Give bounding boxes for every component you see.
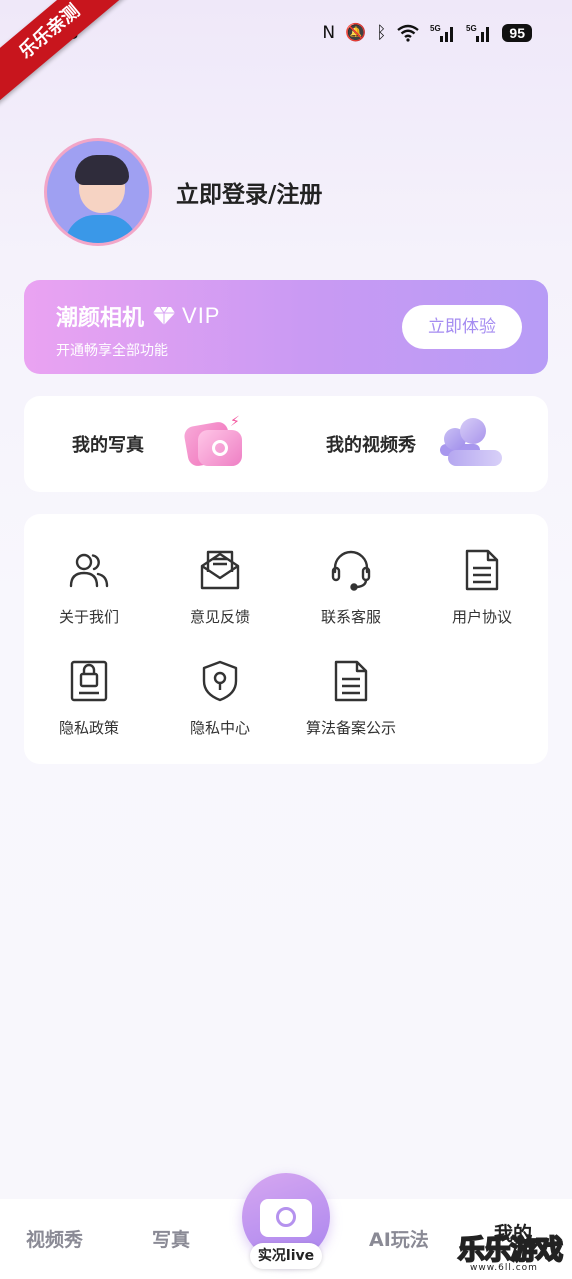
menu-item-algorithm-filing[interactable]: 算法备案公示 — [286, 659, 416, 738]
vip-subtitle: 开通畅享全部功能 — [56, 343, 168, 359]
signal-5g-icon: 5G — [430, 24, 454, 42]
menu-item-user-agreement[interactable]: 用户协议 — [417, 548, 547, 627]
signal-5g-icon: 5G — [466, 24, 490, 42]
tab-video-show[interactable]: 视频秀 — [26, 1225, 83, 1252]
headset-icon — [331, 550, 371, 591]
status-icons: N 🔕 ᛒ 5G 5G 95 — [322, 22, 532, 44]
lock-document-icon — [70, 660, 108, 702]
menu-label: 联系客服 — [320, 608, 381, 626]
watermark-url: www.6ll.com — [470, 1263, 538, 1273]
mute-icon: 🔕 — [345, 23, 367, 43]
diamond-icon — [153, 306, 176, 325]
my-videos-link[interactable]: 我的视频秀 — [326, 396, 502, 492]
camera-lens-shape — [276, 1207, 296, 1227]
live-label: 实况live — [250, 1243, 322, 1269]
people-3d-icon — [440, 414, 502, 474]
svg-text:5G: 5G — [466, 24, 477, 33]
tab-ai-play[interactable]: AI玩法 — [369, 1225, 429, 1252]
menu-label: 隐私政策 — [58, 719, 119, 737]
bluetooth-icon: ᛒ — [376, 23, 387, 43]
my-photos-link[interactable]: 我的写真 ⚡ — [72, 396, 244, 492]
menu-item-customer-service[interactable]: 联系客服 — [286, 548, 416, 627]
menu-label: 算法备案公示 — [305, 719, 396, 737]
shield-icon — [202, 660, 238, 702]
quick-links-card: 我的写真 ⚡ 我的视频秀 — [24, 396, 548, 492]
users-icon — [69, 553, 109, 588]
avatar-body-shape — [65, 215, 137, 243]
envelope-icon — [200, 550, 240, 590]
menu-item-feedback[interactable]: 意见反馈 — [155, 548, 285, 627]
vip-try-button[interactable]: 立即体验 — [402, 305, 522, 349]
vip-card[interactable]: 潮颜相机 VIP 开通畅享全部功能 立即体验 — [24, 280, 548, 374]
menu-label: 用户协议 — [451, 608, 512, 626]
vip-title: 潮颜相机 VIP — [56, 300, 220, 332]
my-photos-label: 我的写真 — [72, 435, 144, 456]
menu-grid-card: 关于我们 意见反馈 联系客服 用户协议 隐私政策 隐私中心 算法备案公示 — [24, 514, 548, 764]
camera-3d-icon: ⚡ — [182, 414, 244, 474]
nfc-icon: N — [322, 23, 336, 43]
vip-app-name: 潮颜相机 — [56, 306, 145, 331]
document-icon — [334, 660, 368, 702]
profile-login[interactable]: 立即登录/注册 — [44, 138, 322, 246]
watermark-logo: 乐乐游戏 — [457, 1234, 564, 1267]
menu-item-about-us[interactable]: 关于我们 — [24, 548, 154, 627]
battery-indicator: 95 — [502, 24, 532, 42]
vip-badge: VIP — [182, 303, 221, 328]
login-register-link[interactable]: 立即登录/注册 — [176, 175, 322, 209]
menu-item-privacy-center[interactable]: 隐私中心 — [155, 659, 285, 738]
menu-label: 关于我们 — [58, 608, 119, 626]
menu-item-privacy-policy[interactable]: 隐私政策 — [24, 659, 154, 738]
my-videos-label: 我的视频秀 — [326, 435, 416, 456]
wifi-icon — [397, 24, 420, 42]
menu-label: 意见反馈 — [189, 608, 250, 626]
document-icon — [465, 549, 499, 591]
svg-text:5G: 5G — [430, 24, 441, 33]
menu-label: 隐私中心 — [189, 719, 250, 737]
avatar-hair-shape — [75, 155, 129, 185]
tab-photos[interactable]: 写真 — [152, 1225, 190, 1252]
avatar[interactable] — [44, 138, 152, 246]
